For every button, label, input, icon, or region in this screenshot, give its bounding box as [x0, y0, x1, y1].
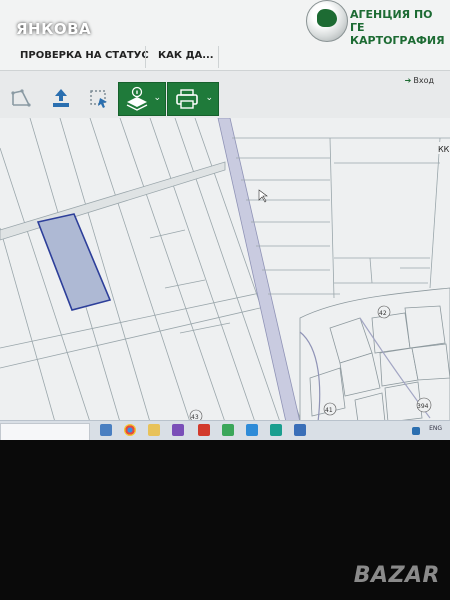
polygon-measure-icon[interactable]	[6, 82, 36, 114]
layers-info-button[interactable]: ⌄	[118, 82, 166, 116]
chevron-down-icon: ⌄	[205, 93, 213, 103]
taskbar-search-input[interactable]	[0, 423, 90, 440]
user-name: ЯНКОВА	[16, 20, 92, 38]
app-icon[interactable]	[222, 424, 234, 436]
nav-item-status-check[interactable]: ПРОВЕРКА НА СТАТУС	[20, 50, 149, 61]
chrome-icon[interactable]	[124, 424, 136, 436]
agency-title: АГЕНЦИЯ ПО ГЕ КАРТОГРАФИЯ	[350, 8, 450, 47]
login-arrow-icon: ➔	[404, 76, 412, 85]
app-icon[interactable]	[270, 424, 282, 436]
agency-title-line1: АГЕНЦИЯ ПО ГЕ	[350, 8, 433, 34]
login-link[interactable]: ➔ Вход	[405, 76, 434, 85]
map-label-42: 42	[379, 310, 387, 317]
visual-studio-icon[interactable]	[172, 424, 184, 436]
photos-icon[interactable]	[294, 424, 306, 436]
nav-divider	[145, 46, 146, 68]
edge-icon[interactable]	[246, 424, 258, 436]
upload-icon[interactable]	[46, 82, 76, 114]
map-label-41: 41	[325, 407, 333, 414]
login-label: Вход	[413, 76, 434, 85]
nav-divider	[218, 46, 219, 68]
layers-info-icon	[126, 86, 148, 111]
main-nav: ПРОВЕРКА НА СТАТУС КАК ДА...	[0, 44, 450, 70]
map-label-kk: КК	[438, 145, 450, 154]
browser-screen: ЯНКОВА АГЕНЦИЯ ПО ГЕ КАРТОГРАФИЯ ПРОВЕРК…	[0, 0, 450, 440]
windows-taskbar: ENG	[0, 420, 450, 440]
print-button[interactable]: ⌄	[167, 82, 219, 116]
map-label-394: 394	[417, 403, 429, 410]
tray-language[interactable]: ENG	[429, 425, 442, 432]
chevron-down-icon: ⌄	[153, 93, 161, 103]
site-header: ЯНКОВА АГЕНЦИЯ ПО ГЕ КАРТОГРАФИЯ ПРОВЕРК…	[0, 0, 450, 71]
select-area-icon[interactable]	[84, 82, 114, 114]
agency-logo-icon	[306, 0, 348, 42]
task-view-icon[interactable]	[100, 424, 112, 436]
map-toolbar: ⌄ ⌄	[0, 82, 220, 116]
nav-item-how-to[interactable]: КАК ДА...	[158, 50, 214, 61]
print-icon	[176, 89, 198, 109]
acrobat-icon[interactable]	[198, 424, 210, 436]
tray-network-icon[interactable]	[412, 427, 420, 435]
file-explorer-icon[interactable]	[148, 424, 160, 436]
bazar-watermark: BAZAR	[353, 563, 440, 588]
cadastral-map[interactable]: КК 42 41 43 394	[0, 118, 450, 422]
